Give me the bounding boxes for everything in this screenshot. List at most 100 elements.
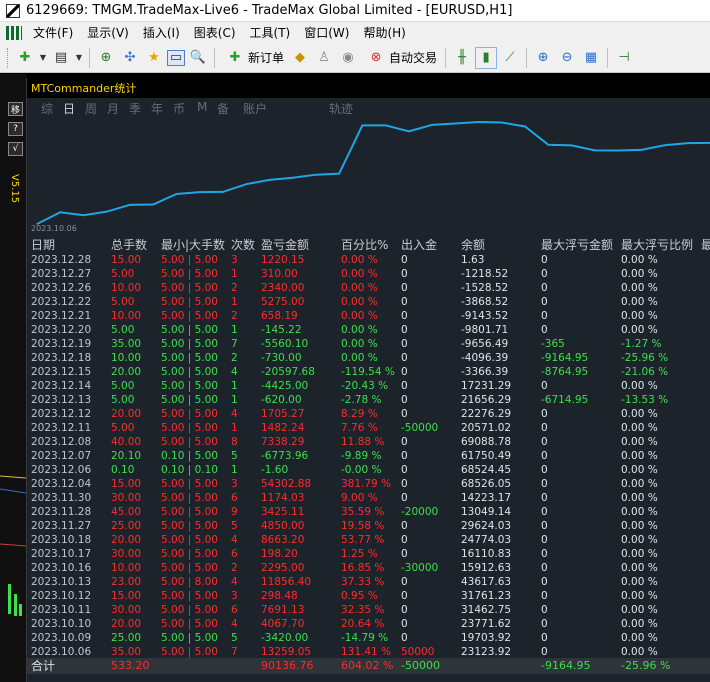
lots-cell: 10.00 — [111, 352, 142, 364]
menu-window[interactable]: 窗口(W) — [297, 24, 356, 41]
count-cell: 4 — [231, 576, 238, 588]
lots-cell: 10.00 — [111, 562, 142, 574]
toolbar-grip[interactable] — [7, 47, 10, 68]
header-more[interactable]: 最 — [701, 236, 710, 253]
header-percent[interactable]: 百分比% — [341, 236, 388, 253]
header-min-max-lots[interactable]: 最小|大手数 — [161, 236, 225, 253]
signals-icon[interactable]: ♙ — [313, 47, 335, 69]
equity-point — [663, 144, 666, 147]
table-row[interactable]: 2023.10.16 10.00 5.00 | 5.00 2 2295.00 16.85 … — [27, 561, 710, 575]
header-balance[interactable]: 余额 — [461, 236, 485, 253]
table-row[interactable]: 2023.12.04 15.00 5.00 | 5.00 3 54302.88 381.7… — [27, 477, 710, 491]
bar-chart-icon[interactable]: ╫ — [451, 47, 473, 69]
dropdown-arrow-icon[interactable]: ▼ — [74, 47, 84, 69]
tab-month[interactable]: 月 — [107, 100, 119, 117]
table-row[interactable]: 2023.12.27 5.00 5.00 | 5.00 1 310.00 0.00 % 0 -… — [27, 267, 710, 281]
candlestick-icon[interactable]: ▮ — [475, 46, 498, 69]
auto-trading-button[interactable]: ⊗ 自动交易 — [360, 47, 441, 69]
table-row[interactable]: 2023.12.26 10.00 5.00 | 5.00 2 2340.00 0.00 %… — [27, 281, 710, 295]
table-row[interactable]: 2023.12.14 5.00 5.00 | 5.00 1 -4425.00 -20.43… — [27, 379, 710, 393]
table-row[interactable]: 2023.12.08 40.00 5.00 | 5.00 8 7338.29 11.88 … — [27, 435, 710, 449]
tile-windows-icon[interactable]: ▦ — [580, 47, 602, 69]
dropdown-arrow-icon[interactable]: ▼ — [38, 47, 48, 69]
table-row[interactable]: 2023.12.20 5.00 5.00 | 5.00 1 -145.22 0.00 % 0… — [27, 323, 710, 337]
table-row[interactable]: 2023.10.10 20.00 5.00 | 5.00 4 4067.70 20.64 … — [27, 617, 710, 631]
pnl-cell: 298.48 — [261, 590, 298, 602]
table-row[interactable]: 2023.12.19 35.00 5.00 | 5.00 7 -5560.10 0.00 … — [27, 337, 710, 351]
menu-tools[interactable]: 工具(T) — [243, 24, 298, 41]
lots-cell: 20.00 — [111, 534, 142, 546]
io-cell: 0 — [401, 282, 408, 294]
max-float-cell: 0 — [541, 436, 548, 448]
table-row[interactable]: 2023.11.27 25.00 5.00 | 5.00 5 4850.00 19.58 … — [27, 519, 710, 533]
tab-summary[interactable]: 综 — [41, 100, 53, 117]
table-row[interactable]: 2023.12.15 20.00 5.00 | 5.00 4 -20597.68 -119… — [27, 365, 710, 379]
tab-magic[interactable]: M — [197, 100, 207, 114]
table-row[interactable]: 2023.10.17 30.00 5.00 | 5.00 6 198.20 1.25 % 0… — [27, 547, 710, 561]
table-row[interactable]: 2023.12.28 15.00 5.00 | 5.00 3 1220.15 0.00 %… — [27, 253, 710, 267]
new-order-label: 新订单 — [248, 51, 285, 65]
tab-day[interactable]: 日 — [63, 100, 75, 117]
tab-week[interactable]: 周 — [85, 100, 97, 117]
header-pnl-amount[interactable]: 盈亏金额 — [261, 236, 309, 253]
navigator-icon[interactable]: ★ — [143, 47, 165, 69]
tab-year[interactable]: 年 — [151, 100, 163, 117]
table-row[interactable]: 2023.12.11 5.00 5.00 | 5.00 1 1482.24 7.76 % -… — [27, 421, 710, 435]
new-order-button[interactable]: ✚ 新订单 — [219, 47, 288, 69]
menu-view[interactable]: 显示(V) — [80, 24, 136, 41]
confirm-button[interactable]: √ — [8, 142, 23, 156]
table-row[interactable]: 2023.11.30 30.00 5.00 | 5.00 6 1174.03 9.00 %… — [27, 491, 710, 505]
zoom-in-icon[interactable]: ⊕ — [532, 47, 554, 69]
tab-note[interactable]: 备 — [217, 100, 229, 117]
header-total-lots[interactable]: 总手数 — [111, 236, 147, 253]
equity-point — [617, 149, 619, 152]
help-button[interactable]: ? — [8, 122, 23, 136]
header-max-float-loss[interactable]: 最大浮亏金额 — [541, 236, 613, 253]
menu-help[interactable]: 帮助(H) — [356, 24, 412, 41]
header-date[interactable]: 日期 — [31, 236, 55, 253]
table-row[interactable]: 2023.10.12 15.00 5.00 | 5.00 3 298.48 0.95 % 0… — [27, 589, 710, 603]
chart-start-date: 2023.10.06 — [31, 224, 77, 233]
table-row[interactable]: 2023.10.11 30.00 5.00 | 5.00 6 7691.13 32.35 … — [27, 603, 710, 617]
table-row[interactable]: 2023.12.06 0.10 0.10 | 0.10 1 -1.60 -0.00 % 0 6… — [27, 463, 710, 477]
table-row[interactable]: 2023.12.22 5.00 5.00 | 5.00 1 5275.00 0.00 % 0… — [27, 295, 710, 309]
menu-charts[interactable]: 图表(C) — [187, 24, 243, 41]
table-row[interactable]: 2023.12.07 20.10 0.10 | 5.00 5 -6773.96 -9.89… — [27, 449, 710, 463]
line-chart-icon[interactable]: ⟋ — [499, 47, 521, 69]
tab-currency[interactable]: 币 — [173, 100, 185, 117]
header-deposit-withdrawal[interactable]: 出入金 — [401, 236, 437, 253]
menu-insert[interactable]: 插入(I) — [136, 24, 187, 41]
data-window-icon[interactable]: ✣ — [119, 47, 141, 69]
minmax-cell: 5.00 | 5.00 — [161, 632, 218, 644]
menu-file[interactable]: 文件(F) — [26, 24, 80, 41]
tab-quarter[interactable]: 季 — [129, 100, 141, 117]
metaeditor-icon[interactable]: ◆ — [289, 47, 311, 69]
table-row[interactable]: 2023.10.06 35.00 5.00 | 5.00 7 13259.05 131.4… — [27, 645, 710, 659]
zoom-out-icon[interactable]: ⊖ — [556, 47, 578, 69]
table-row[interactable]: 2023.10.09 25.00 5.00 | 5.00 5 -3420.00 -14.7… — [27, 631, 710, 645]
chart-shift-icon[interactable]: ⊣ — [613, 47, 635, 69]
table-row[interactable]: 2023.11.28 45.00 5.00 | 5.00 9 3425.11 35.59 … — [27, 505, 710, 519]
table-row[interactable]: 2023.10.13 23.00 5.00 | 8.00 4 11856.40 37.33… — [27, 575, 710, 589]
tab-account[interactable]: 账户 — [243, 100, 267, 117]
pct-cell: 0.00 % — [341, 296, 378, 308]
header-count[interactable]: 次数 — [231, 236, 255, 253]
minmax-cell: 0.10 | 0.10 — [161, 464, 218, 476]
header-max-float-pct[interactable]: 最大浮亏比例 — [621, 236, 693, 253]
table-row[interactable]: 2023.12.13 5.00 5.00 | 5.00 1 -620.00 -2.78 %… — [27, 393, 710, 407]
table-row[interactable]: 2023.12.12 20.00 5.00 | 5.00 4 1705.27 8.29 %… — [27, 407, 710, 421]
new-chart-icon[interactable]: ✚ — [14, 47, 36, 69]
system-menu-icon[interactable] — [6, 25, 22, 40]
count-cell: 3 — [231, 478, 238, 490]
profiles-icon[interactable]: ▤ — [50, 47, 72, 69]
market-icon[interactable]: ◉ — [337, 47, 359, 69]
tab-track[interactable]: 轨迹 — [329, 100, 353, 117]
table-row[interactable]: 2023.12.18 10.00 5.00 | 5.00 2 -730.00 0.00 %… — [27, 351, 710, 365]
terminal-icon[interactable]: ▭ — [167, 49, 185, 66]
market-watch-icon[interactable]: ⊕ — [95, 47, 117, 69]
count-cell: 2 — [231, 562, 238, 574]
strategy-tester-icon[interactable]: 🔍 — [187, 47, 209, 69]
move-button[interactable]: 移 — [8, 102, 23, 116]
table-row[interactable]: 2023.12.21 10.00 5.00 | 5.00 2 658.19 0.00 % 0… — [27, 309, 710, 323]
table-row[interactable]: 2023.10.18 20.00 5.00 | 5.00 4 8663.20 53.77 … — [27, 533, 710, 547]
